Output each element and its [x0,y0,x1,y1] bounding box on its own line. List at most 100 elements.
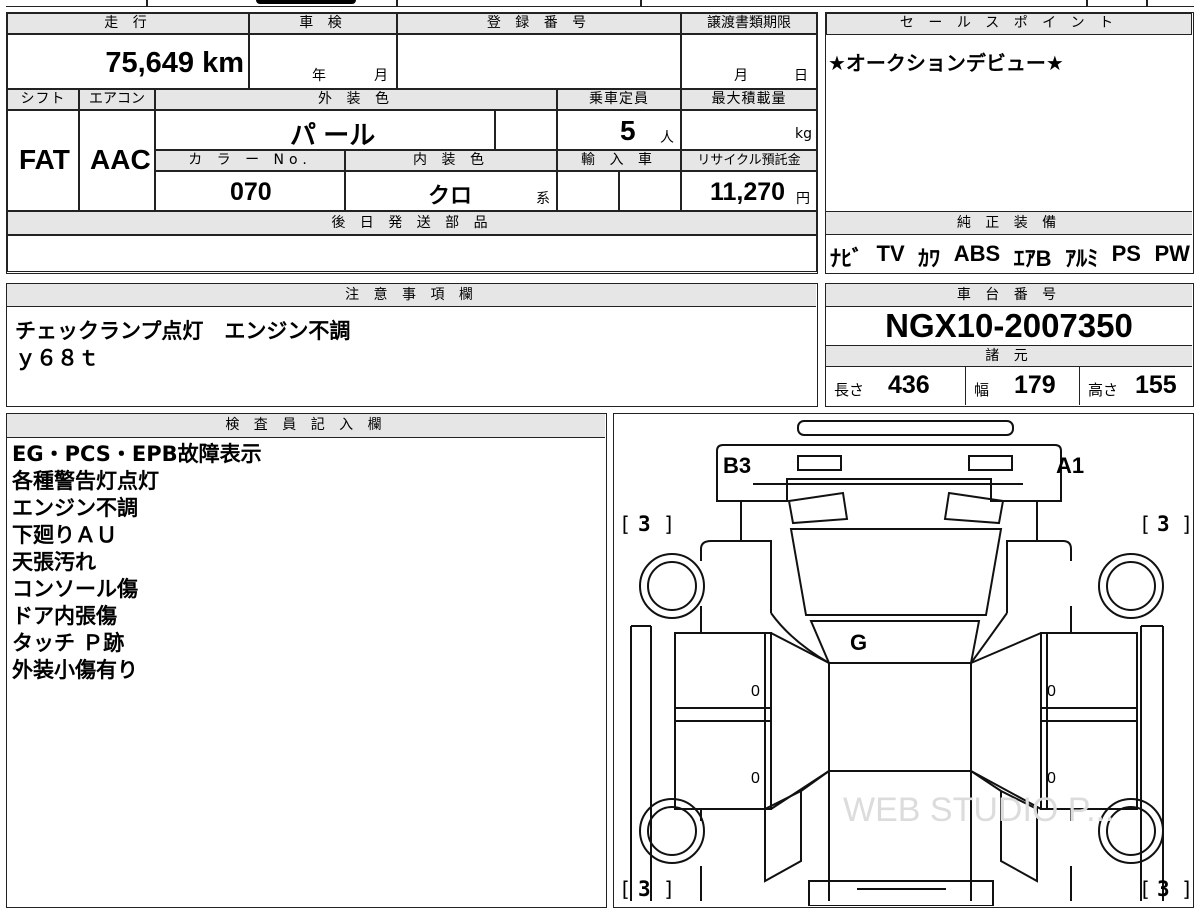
svg-text:]: ] [1181,877,1192,901]
top-cropped-row [6,0,1194,7]
vehicle-info-table: 走 行 車 検 登 録 番 号 譲渡書類期限 75,649 km 年 月 月 日… [6,12,818,274]
registration-cell [397,34,681,89]
capacity-value: 5 [620,115,636,146]
transfer-deadline-cell: 月 日 [681,34,817,89]
inspector-line: ドア内張傷 [12,604,117,628]
sales-point-header: セ ー ル ス ポ イ ン ト [826,13,1192,35]
zero-mark: 0 [1047,683,1056,700]
import-header: 輸 入 車 [557,150,681,171]
shift-cell: FAT [7,110,79,211]
specs-header: 諸 元 [826,345,1192,367]
recycle-fee-header: リサイクル預託金 [681,150,817,171]
chassis-header: 車 台 番 号 [826,284,1192,307]
capacity-header: 乗車定員 [557,89,681,110]
transfer-deadline-header: 譲渡書類期限 [681,13,817,34]
inspector-line: 外装小傷有り [12,658,138,682]
interior-color-header: 内 装 色 [345,150,557,171]
exterior-color-cell: パ ール [155,110,495,150]
mileage-value: 75,649 km [105,47,244,79]
inspector-line: タッチ Ｐ跡 [12,631,125,655]
equipment-item: ﾅﾋﾞ [830,246,864,271]
svg-text:]: ] [663,512,675,536]
inspector-line: 天張汚れ [12,550,96,574]
length-value: 436 [888,371,930,399]
color-no-cell: 070 [155,171,345,211]
chassis-number: NGX10-2007350 [885,307,1133,344]
equipment-item: PS [1111,241,1141,266]
equipment-item: TV [876,241,905,266]
tire-score-rl: 3 [638,512,651,536]
equipment-item: ｶﾜ [918,246,941,271]
length-label: 長さ [834,381,865,399]
inspector-line: 各種警告灯点灯 [12,469,159,493]
inspector-line: EG・PCS・EPB故障表示 [12,442,262,466]
height-label: 高さ [1088,381,1119,399]
width-label: 幅 [974,381,990,399]
capacity-cell: 5 人 [557,110,681,150]
chassis-number-cell: NGX10-2007350 [826,307,1192,345]
cautions-line: チェックランプ点灯 エンジン不調 [15,319,351,343]
aircon-cell: AAC [79,110,155,211]
interior-color-value: クロ [428,183,473,208]
equipment-item: ｴｱB [1013,246,1052,271]
inspector-header: 検 査 員 記 入 欄 [7,414,605,438]
import-cell-1 [557,171,619,211]
aircon-value: AAC [90,144,151,175]
registration-header: 登 録 番 号 [397,13,681,34]
svg-text:[: [ [1139,512,1151,536]
height-value: 155 [1135,371,1177,399]
recycle-fee-value: 11,270 [710,178,786,206]
inspector-line: 下廻りＡＵ [12,523,117,547]
inspection-cell: 年 月 [249,34,397,89]
mileage-cell: 75,649 km [7,34,249,89]
car-diagram: B3 A1 G 0 0 0 0 [ 3 ] [ 3 ] [ 3 ] [ 3 ] … [619,420,1192,906]
later-parts-cell [7,235,817,272]
inspector-line: エンジン不調 [12,496,138,520]
max-load-header: 最大積載量 [681,89,817,110]
cautions-line: ｙ６８ｔ [15,346,99,370]
inspector-notes: EG・PCS・EPB故障表示 各種警告灯点灯 エンジン不調 下廻りＡＵ 天張汚れ… [12,441,262,684]
svg-text:[: [ [1139,877,1151,901]
specs-row: 長さ 436 幅 179 高さ 155 [826,367,1192,405]
interior-color-cell: クロ 系 [345,171,557,211]
inspection-year-unit: 年 [312,68,326,84]
equipment-item: PW [1154,241,1190,266]
svg-text:[: [ [619,877,631,901]
max-load-unit: kg [795,126,812,142]
transfer-day-unit: 日 [794,68,808,84]
equipment-item: ｱﾙﾐ [1065,246,1099,271]
inspection-month-unit: 月 [374,68,388,84]
zero-mark: 0 [1047,770,1056,787]
car-diagram-panel: B3 A1 G 0 0 0 0 [ 3 ] [ 3 ] [ 3 ] [ 3 ] … [613,413,1194,908]
color-no-header: カ ラ ー No. [155,150,345,171]
exterior-color-extra-cell [495,110,557,150]
inspector-line: コンソール傷 [12,577,138,601]
svg-text:[: [ [619,512,631,536]
exterior-color-header: 外 装 色 [155,89,557,110]
tire-score-rr: 3 [1157,512,1170,536]
aircon-header: エアコン [79,89,155,110]
recycle-fee-unit: 円 [796,191,810,207]
equipment-list: ﾅﾋﾞ TV ｶﾜ ABS ｴｱB ｱﾙﾐ PS PW [830,241,1190,271]
cautions-panel: 注 意 事 項 欄 チェックランプ点灯 エンジン不調 ｙ６８ｔ [6,283,818,407]
width-value: 179 [1014,371,1056,399]
color-no-value: 070 [230,178,272,206]
inspection-header: 車 検 [249,13,397,34]
label-a1: A1 [1056,453,1084,478]
max-load-cell: kg [681,110,817,150]
cautions-header: 注 意 事 項 欄 [7,284,816,307]
interior-color-suffix: 系 [536,191,550,207]
equipment-header: 純 正 装 備 [826,211,1192,235]
capacity-unit: 人 [660,130,674,146]
label-g: G [850,630,867,655]
recycle-fee-cell: 11,270 円 [681,171,817,211]
label-b3: B3 [723,453,751,478]
mileage-header: 走 行 [7,13,249,34]
sales-point-panel: セ ー ル ス ポ イ ン ト ★オークションデビュー★ 純 正 装 備 ﾅﾋﾞ… [825,12,1194,274]
tire-score-fr: 3 [1157,877,1170,901]
svg-text:]: ] [1181,512,1192,536]
exterior-color-value: パ ール [290,120,376,150]
import-cell-2 [619,171,681,211]
sales-point-text: ★オークションデビュー★ [828,51,1064,75]
watermark: WEB STUDIO P... [843,791,1114,829]
